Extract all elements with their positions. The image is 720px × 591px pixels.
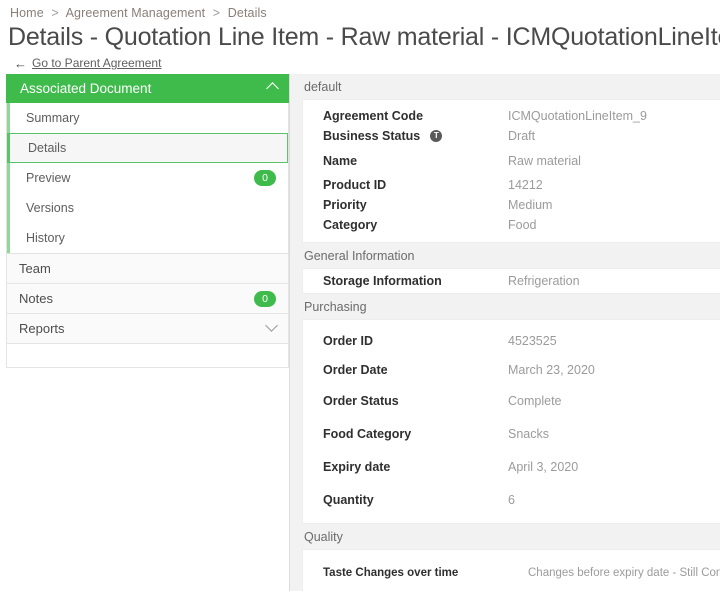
sidebar-item-label: Summary — [26, 111, 79, 125]
sidebar: Associated Document Summary Details Prev… — [0, 74, 289, 591]
section-card-general-information: Storage Information Refrigeration — [302, 268, 720, 294]
field-value: 14212 — [508, 178, 543, 192]
field-value: Medium — [508, 198, 552, 212]
field-row-business-status: Business Status T Draft — [303, 126, 720, 146]
field-value: Refrigeration — [508, 274, 580, 288]
sidebar-item-label: Notes — [19, 291, 53, 306]
field-row-category: Category Food — [303, 215, 720, 235]
field-row-food-category: Food Category Snacks — [303, 417, 720, 450]
section-card-quality: Taste Changes over time Changes before e… — [302, 549, 720, 591]
field-label-text: Business Status — [323, 129, 420, 143]
sidebar-item-label: History — [26, 231, 65, 245]
breadcrumb: Home > Agreement Management > Details — [0, 0, 720, 20]
sidebar-item-label: Versions — [26, 201, 74, 215]
sidebar-item-team[interactable]: Team — [6, 254, 289, 284]
field-label: Order Date — [323, 363, 508, 377]
field-label: Storage Information — [323, 274, 508, 288]
go-to-parent-agreement-label: Go to Parent Agreement — [32, 56, 161, 70]
field-label: Quantity — [323, 493, 508, 507]
chevron-down-icon[interactable] — [267, 321, 276, 336]
sidebar-group-associated-document[interactable]: Associated Document — [6, 74, 289, 103]
sidebar-item-preview[interactable]: Preview 0 — [7, 163, 288, 193]
sidebar-subitem-list: Summary Details Preview 0 Versions Histo… — [6, 103, 289, 254]
sidebar-item-history[interactable]: History — [7, 223, 288, 253]
breadcrumb-item-agreement-management[interactable]: Agreement Management — [66, 6, 206, 20]
section-header-purchasing: Purchasing — [290, 294, 720, 319]
field-label: Product ID — [323, 178, 508, 192]
field-label: Agreement Code — [323, 109, 508, 123]
field-label: Food Category — [323, 427, 508, 441]
chevron-up-icon[interactable] — [268, 81, 277, 96]
sidebar-item-versions[interactable]: Versions — [7, 193, 288, 223]
field-value: Raw material — [508, 154, 581, 168]
sidebar-item-badge-notes: 0 — [254, 291, 276, 307]
field-row-priority: Priority Medium — [303, 195, 720, 215]
field-value: Food — [508, 218, 537, 232]
field-value: 4523525 — [508, 334, 557, 348]
field-row-quantity: Quantity 6 — [303, 483, 720, 516]
field-value: March 23, 2020 — [508, 363, 595, 377]
sidebar-item-notes[interactable]: Notes 0 — [6, 284, 289, 314]
info-tooltip-icon[interactable]: T — [430, 130, 442, 142]
field-value: ICMQuotationLineItem_9 — [508, 109, 647, 123]
section-card-purchasing: Order ID 4523525 Order Date March 23, 20… — [302, 319, 720, 524]
field-label: Order Status — [323, 394, 508, 408]
field-row-product-id: Product ID 14212 — [303, 175, 720, 195]
field-row-order-date: Order Date March 23, 2020 — [303, 355, 720, 384]
sidebar-group-label: Associated Document — [20, 81, 151, 96]
sidebar-item-label: Details — [28, 141, 66, 155]
field-value: Draft — [508, 129, 535, 143]
workspace: Associated Document Summary Details Prev… — [0, 74, 720, 591]
field-label: Taste Changes over time — [323, 567, 528, 579]
field-value: Changes before expiry date - Still Consu… — [528, 567, 720, 579]
field-value: Complete — [508, 394, 562, 408]
sidebar-bottom-filler — [6, 344, 289, 368]
field-row-expiry-date: Expiry date April 3, 2020 — [303, 450, 720, 483]
page-title: Details - Quotation Line Item - Raw mate… — [0, 20, 720, 53]
field-label: Expiry date — [323, 460, 508, 474]
field-row-name: Name Raw material — [303, 146, 720, 175]
field-label: Name — [323, 154, 508, 168]
section-header-quality: Quality — [290, 524, 720, 549]
breadcrumb-item-details[interactable]: Details — [228, 6, 267, 20]
breadcrumb-item-home[interactable]: Home — [10, 6, 44, 20]
field-row-agreement-code: Agreement Code ICMQuotationLineItem_9 — [303, 106, 720, 126]
field-label: Order ID — [323, 334, 508, 348]
sidebar-item-summary[interactable]: Summary — [7, 103, 288, 133]
field-row-order-id: Order ID 4523525 — [303, 326, 720, 355]
breadcrumb-separator: > — [209, 6, 224, 20]
field-value: April 3, 2020 — [508, 460, 578, 474]
sidebar-item-badge-preview: 0 — [254, 170, 276, 186]
go-to-parent-agreement-link[interactable]: ← Go to Parent Agreement — [0, 53, 720, 70]
section-header-default: default — [290, 74, 720, 99]
sidebar-item-label: Preview — [26, 171, 70, 185]
field-value: Snacks — [508, 427, 549, 441]
field-label: Category — [323, 218, 508, 232]
section-header-general-information: General Information — [290, 243, 720, 268]
detail-panel: default Agreement Code ICMQuotationLineI… — [289, 74, 720, 591]
breadcrumb-separator: > — [47, 6, 62, 20]
sidebar-item-reports[interactable]: Reports — [6, 314, 289, 344]
section-card-default: Agreement Code ICMQuotationLineItem_9 Bu… — [302, 99, 720, 243]
field-row-order-status: Order Status Complete — [303, 384, 720, 417]
field-row-storage-information: Storage Information Refrigeration — [303, 271, 720, 291]
arrow-left-icon: ← — [14, 57, 27, 70]
field-label: Business Status T — [323, 129, 508, 143]
field-label: Priority — [323, 198, 508, 212]
sidebar-item-details[interactable]: Details — [7, 133, 288, 163]
field-row-taste-changes-over-time: Taste Changes over time Changes before e… — [303, 556, 720, 589]
field-value: 6 — [508, 493, 515, 507]
sidebar-item-label: Reports — [19, 321, 65, 336]
sidebar-item-label: Team — [19, 261, 51, 276]
